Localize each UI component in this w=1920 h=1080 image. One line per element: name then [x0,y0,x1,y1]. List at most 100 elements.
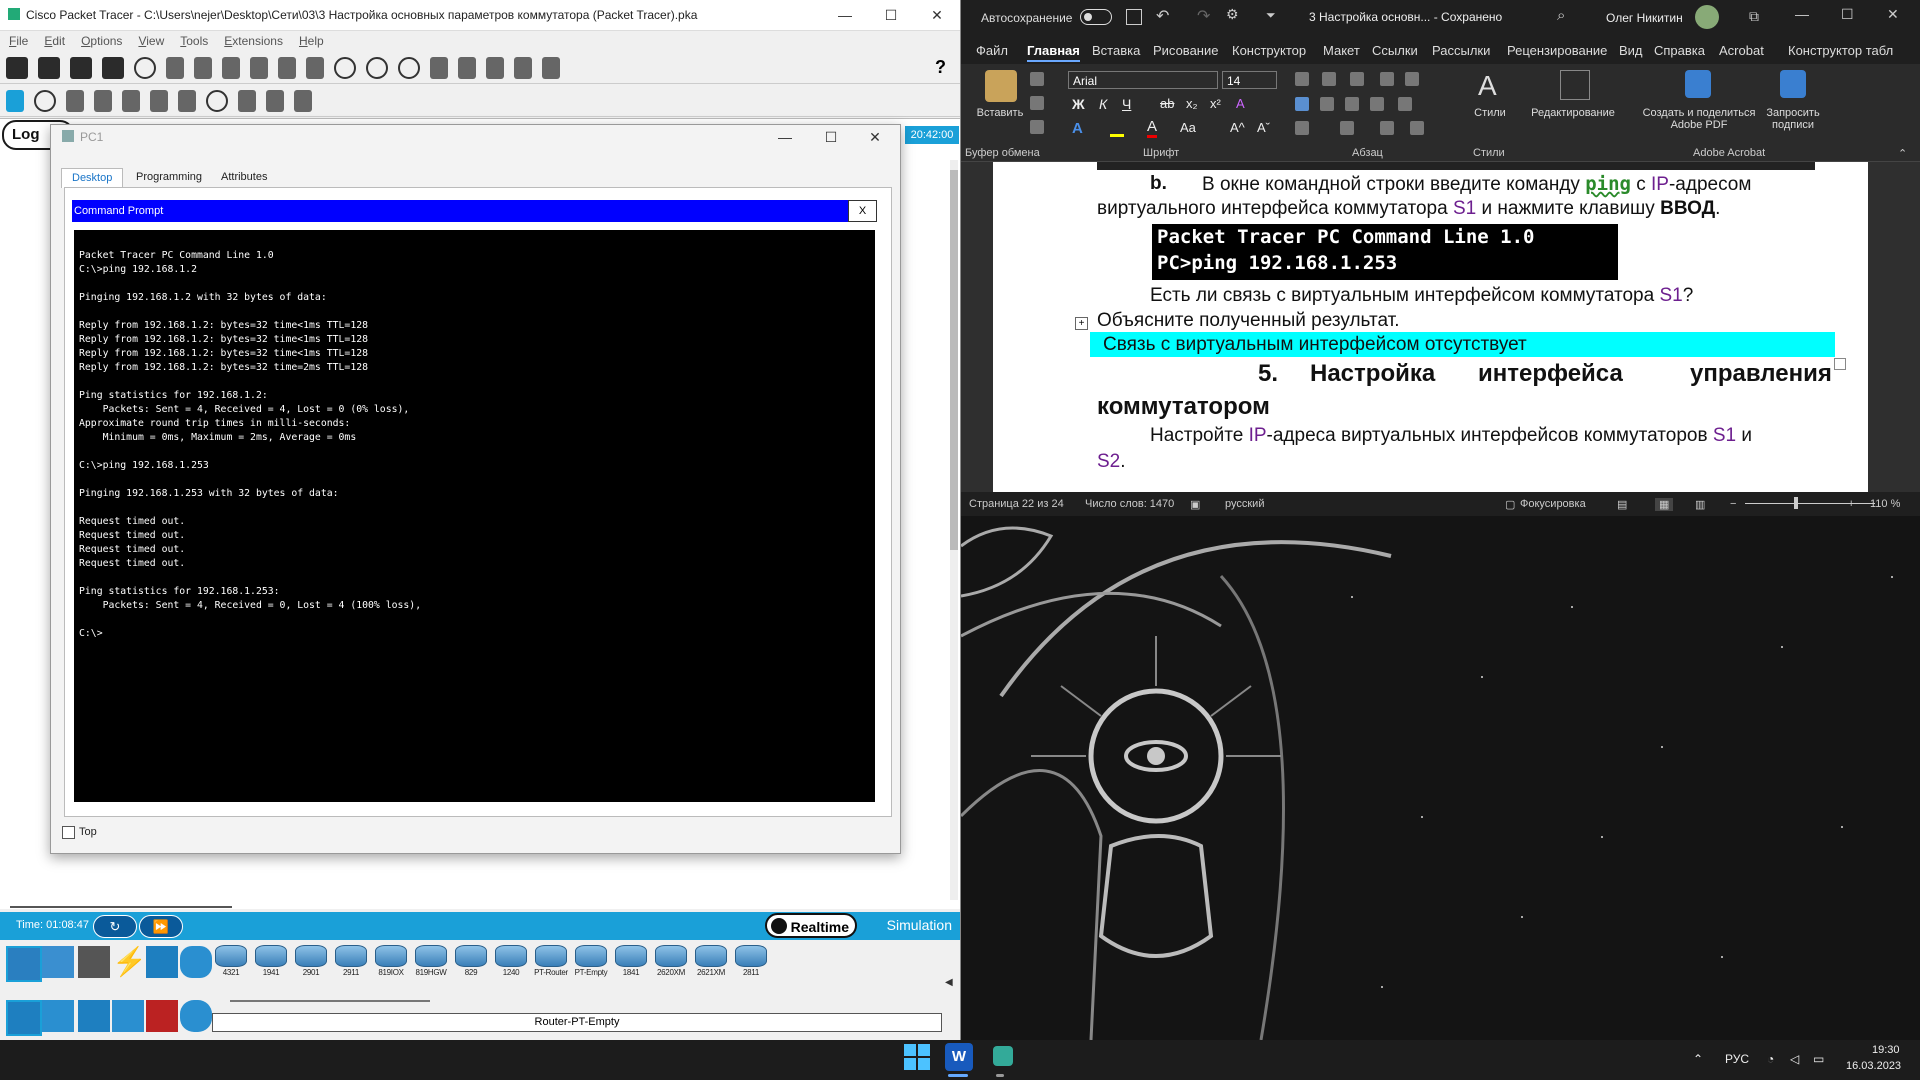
tray-date[interactable]: 16.03.2023 [1846,1060,1901,1072]
device-819hgw[interactable]: 819HGW [413,945,449,977]
create-pdf-icon[interactable] [1685,70,1711,98]
zoom-out-icon[interactable] [398,57,420,79]
menu-view[interactable]: View [129,31,171,48]
menu-file[interactable]: File [0,31,35,48]
avatar[interactable] [1695,5,1719,29]
focus-mode[interactable]: Фокусировка [1520,498,1586,510]
grow-font-icon[interactable]: A^ [1230,120,1245,135]
zoom-level[interactable]: 110 % [1870,498,1900,510]
editing-label[interactable]: Редактирование [1528,107,1618,119]
numbering-icon[interactable] [1322,72,1336,86]
language[interactable]: русский [1225,498,1264,510]
font-name-field[interactable]: Arial [1068,71,1218,89]
subscript-icon[interactable]: x₂ [1186,96,1198,111]
italic-icon[interactable]: К [1099,96,1107,112]
decrease-indent-icon[interactable] [1380,72,1394,86]
tab-references[interactable]: Ссылки [1372,43,1418,58]
tray-time[interactable]: 19:30 [1872,1044,1900,1056]
open-folder-icon[interactable] [38,57,60,79]
select-icon[interactable] [6,90,24,112]
note-icon[interactable] [122,90,140,112]
autosave-toggle[interactable] [1080,9,1112,25]
read-mode-icon[interactable]: ▤ [1617,498,1627,511]
hubs-icon[interactable] [78,1000,110,1032]
copy-icon[interactable] [1030,96,1044,110]
zoom-out-icon[interactable]: − [1730,498,1736,510]
device-4321[interactable]: 4321 [213,945,249,977]
help-question-icon[interactable]: ? [935,57,946,78]
menu-edit[interactable]: Edit [35,31,72,48]
zoom-slider-thumb[interactable] [1794,497,1798,509]
device-1841[interactable]: 1841 [613,945,649,977]
minimize-icon[interactable]: — [822,0,868,30]
windows-start-icon[interactable] [904,1044,930,1070]
strikethrough-icon[interactable]: ab [1160,96,1174,111]
delete-icon[interactable] [66,90,84,112]
word-taskbar-icon[interactable]: W [945,1043,973,1071]
align-center-icon[interactable] [1320,97,1334,111]
info-icon[interactable] [134,57,156,79]
end-devices-icon[interactable] [42,946,74,978]
wan-emulation-icon[interactable] [180,1000,212,1032]
paste-icon[interactable] [250,57,268,79]
shrink-font-icon[interactable]: Aˇ [1257,120,1270,135]
tab-view[interactable]: Вид [1619,43,1643,58]
undo-icon[interactable]: ↶ [1156,6,1169,26]
tab-programming[interactable]: Programming [126,168,212,187]
connections-icon[interactable]: ⚡ [112,946,147,978]
styles-label[interactable]: Стили [1470,107,1510,119]
device-2911[interactable]: 2911 [333,945,369,977]
change-case-icon[interactable]: Aa [1180,120,1196,135]
simple-pdu-icon[interactable] [266,90,284,112]
resize-icon[interactable] [94,90,112,112]
security-icon[interactable] [146,1000,178,1032]
clear-formatting-icon[interactable]: A [1236,96,1245,111]
create-share-pdf-label[interactable]: Создать и поделиться Adobe PDF [1638,107,1760,131]
input-language[interactable]: РУС [1725,1052,1749,1066]
tab-desktop[interactable]: Desktop [61,168,124,188]
fast-forward-button[interactable]: ⏩ [139,915,183,938]
realtime-tab[interactable]: Realtime [765,913,857,938]
device-2811[interactable]: 2811 [733,945,769,977]
workspace-scroll-thumb[interactable] [950,170,958,550]
device-2621xm[interactable]: 2621XM [693,945,729,977]
touch-mode-icon[interactable]: ⚙ [1226,6,1239,23]
pdu-list-icon[interactable] [486,57,504,79]
save-icon[interactable] [1126,9,1142,25]
tab-design[interactable]: Конструктор [1232,43,1306,58]
redo-icon[interactable] [306,57,324,79]
tab-attributes[interactable]: Attributes [211,168,277,187]
increase-indent-icon[interactable] [1405,72,1419,86]
line-spacing-icon[interactable] [1398,97,1412,111]
menu-help[interactable]: Help [290,31,331,48]
request-signature-icon[interactable] [1780,70,1806,98]
draw-ellipse-icon[interactable] [206,90,228,112]
font-color-icon[interactable]: A [1147,118,1158,138]
customize-qat-icon[interactable]: ⏷ [1266,8,1276,23]
tab-help[interactable]: Справка [1654,43,1705,58]
workspace-hscroll[interactable] [10,906,232,908]
tab-review[interactable]: Рецензирование [1507,43,1607,58]
menu-options[interactable]: Options [72,31,129,48]
maximize-icon[interactable]: ☐ [868,0,914,30]
save-icon[interactable] [70,57,92,79]
components-icon[interactable] [78,946,110,978]
close-icon[interactable]: ✕ [1887,6,1899,23]
tab-file[interactable]: Файл [976,43,1008,58]
font-size-field[interactable]: 14 [1222,71,1277,89]
wifi-icon[interactable]: ◔ [1767,1052,1774,1066]
multilevel-list-icon[interactable] [1350,72,1364,86]
device-1941[interactable]: 1941 [253,945,289,977]
align-left-icon[interactable] [1295,97,1309,111]
packet-tracer-taskbar-icon[interactable] [990,1043,1016,1069]
power-cycle-button[interactable]: ↻ [93,915,137,938]
user-name[interactable]: Олег Никитин [1606,11,1683,25]
switches-icon[interactable] [42,1000,74,1032]
tab-home[interactable]: Главная [1027,43,1080,62]
format-painter-icon[interactable] [1030,120,1044,134]
page-count[interactable]: Страница 22 из 24 [969,498,1064,510]
screenshot-icon[interactable] [542,57,560,79]
zoom-in-icon[interactable]: + [1848,498,1854,510]
top-checkbox[interactable] [62,826,75,839]
tab-table-design[interactable]: Конструктор табл [1788,43,1893,58]
